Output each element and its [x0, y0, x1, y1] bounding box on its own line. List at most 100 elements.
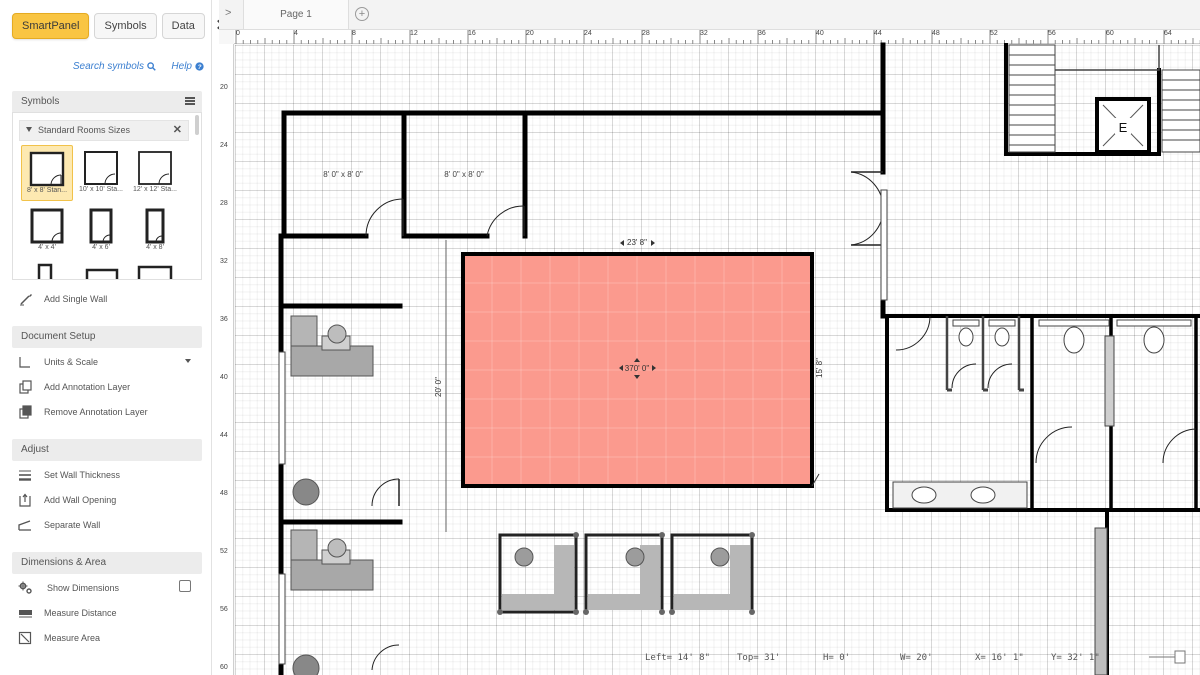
symbol-room-8x8[interactable]: 8' x 8' Stan...	[21, 145, 73, 201]
plant	[292, 654, 320, 675]
symbol-room-12x12[interactable]: 12' x 12' Sta...	[129, 145, 181, 201]
room-thumbnail-icon	[30, 208, 64, 244]
symbol-room-4x4[interactable]: 4' x 4'	[21, 203, 73, 259]
collapse-triangle-icon[interactable]	[26, 127, 32, 132]
zoom-slider[interactable]	[1149, 650, 1189, 664]
symbols-section: Symbols	[12, 91, 202, 113]
adjust-section: Adjust	[12, 439, 202, 461]
units-scale-label: Units & Scale	[44, 357, 99, 367]
dim-arrow-icon	[620, 240, 624, 246]
adjust-header: Adjust	[12, 439, 202, 461]
add-wall-opening-label: Add Wall Opening	[44, 495, 117, 505]
ruler-icon	[19, 610, 32, 618]
status-x: X= 16' 1"	[975, 653, 1024, 663]
layers-remove-icon	[19, 405, 32, 419]
status-top: Top= 31'	[737, 653, 781, 663]
room-label: 8' 0" x 8' 0"	[444, 170, 484, 179]
document-setup-section: Document Setup	[12, 326, 202, 348]
status-w: W= 20'	[900, 653, 933, 663]
plant	[292, 478, 320, 506]
status-readout: Left= 14' 8" Top= 31' H= 0' W= 20' X= 16…	[645, 653, 1185, 667]
office-furniture-top	[290, 315, 374, 377]
side-dimension: 20' 0"	[434, 377, 443, 397]
window	[278, 351, 286, 465]
measure-distance-label: Measure Distance	[44, 608, 117, 618]
add-annotation-layer-label: Add Annotation Layer	[44, 382, 131, 392]
zoom-handle	[1174, 650, 1186, 664]
layers-add-icon	[19, 380, 32, 394]
room-thumbnail-icon	[89, 208, 113, 244]
add-single-wall-label: Add Single Wall	[44, 294, 108, 304]
symbol-room-4x8[interactable]: 4' x 8'	[129, 203, 181, 259]
app-window: SmartPanel Symbols Data ✕ Search symbols…	[0, 0, 1200, 675]
wall-opening-icon	[19, 493, 31, 507]
library-header[interactable]: Standard Rooms Sizes ✕	[19, 120, 189, 141]
area-icon	[18, 631, 32, 645]
dim-arrow-icon	[651, 240, 655, 246]
help-label: Help	[171, 61, 192, 72]
left-panel: SmartPanel Symbols Data ✕ Search symbols…	[0, 0, 228, 675]
show-dimensions-label: Show Dimensions	[47, 583, 120, 593]
symbol-library: Standard Rooms Sizes ✕ 8' x 8' Stan... 1…	[12, 112, 202, 280]
measure-area-label: Measure Area	[44, 633, 101, 643]
search-symbols-link[interactable]: Search symbols	[73, 61, 156, 72]
thickness-icon	[19, 470, 31, 481]
restroom-fixtures	[892, 316, 1192, 675]
tab-smartpanel[interactable]: SmartPanel	[12, 13, 90, 39]
tab-symbols[interactable]: Symbols	[94, 13, 157, 39]
symbol-label: 12' x 12' Sta...	[133, 186, 177, 193]
window	[278, 573, 286, 665]
search-icon	[147, 62, 156, 71]
panel-tabs: SmartPanel Symbols Data ✕	[12, 13, 232, 39]
panel-links: Search symbols Help?	[0, 61, 212, 75]
room-thumbnail-icon	[85, 268, 119, 279]
separate-wall-icon	[18, 520, 31, 531]
room-thumbnail-icon	[145, 208, 165, 244]
units-icon	[19, 357, 30, 368]
library-scrollbar[interactable]	[195, 115, 199, 135]
area-dimension: 370' 0"	[625, 364, 650, 373]
symbol-label: 4' x 6'	[92, 244, 110, 251]
room-thumbnail-icon	[29, 151, 65, 187]
cubicles	[497, 532, 755, 615]
show-dimensions-checkbox[interactable]	[179, 580, 191, 592]
svg-text:?: ?	[198, 64, 202, 71]
symbol-label: 4' x 8'	[146, 244, 164, 251]
status-h: H= 0'	[823, 653, 851, 663]
library-title: Standard Rooms Sizes	[38, 125, 131, 135]
drawing-canvas[interactable]: > Page 1 + 0 4 8 12 16 20 24 28 32 36 40…	[219, 0, 1200, 675]
status-y: Y= 32' 1"	[1051, 653, 1100, 663]
room-thumbnail-icon	[137, 265, 173, 279]
separate-wall-label: Separate Wall	[44, 520, 101, 530]
room-label: 8' 0" x 8' 0"	[323, 170, 363, 179]
status-left: Left= 14' 8"	[645, 653, 711, 663]
door-swing	[365, 198, 404, 237]
wall-pen-icon	[20, 294, 32, 306]
symbols-header: Symbols	[12, 91, 202, 113]
help-link[interactable]: Help?	[171, 61, 204, 72]
chevron-down-icon[interactable]	[184, 358, 192, 364]
dimensions-header: Dimensions & Area	[12, 552, 202, 574]
room-thumbnail-icon	[138, 151, 172, 185]
symbols-title: Symbols	[21, 96, 60, 107]
search-symbols-label: Search symbols	[72, 61, 144, 72]
remove-annotation-layer-label: Remove Annotation Layer	[44, 407, 148, 417]
symbol-room-10x10[interactable]: 10' x 10' Sta...	[75, 145, 127, 201]
dimensions-section: Dimensions & Area	[12, 552, 202, 574]
width-dimension: 23' 8"	[627, 238, 647, 247]
help-icon: ?	[195, 62, 204, 71]
gear-icon	[18, 581, 32, 594]
tab-data[interactable]: Data	[161, 13, 205, 39]
floor-plan: E 8' 0" x 8' 0" 8' 0" x 8' 0" 23' 8" 370…	[278, 42, 1200, 675]
close-library-icon[interactable]: ✕	[173, 121, 182, 140]
height-dimension: 15' 8"	[815, 358, 824, 378]
window	[880, 189, 888, 301]
set-wall-thickness-label: Set Wall Thickness	[44, 470, 121, 480]
room-thumbnail-icon	[84, 151, 118, 185]
menu-icon[interactable]	[185, 97, 195, 105]
symbol-label: 8' x 8' Stan...	[26, 187, 68, 194]
office-furniture-bottom	[290, 529, 374, 591]
symbol-room-4x6[interactable]: 4' x 6'	[75, 203, 127, 259]
elevator-label: E	[1119, 120, 1128, 135]
document-setup-header: Document Setup	[12, 326, 202, 348]
